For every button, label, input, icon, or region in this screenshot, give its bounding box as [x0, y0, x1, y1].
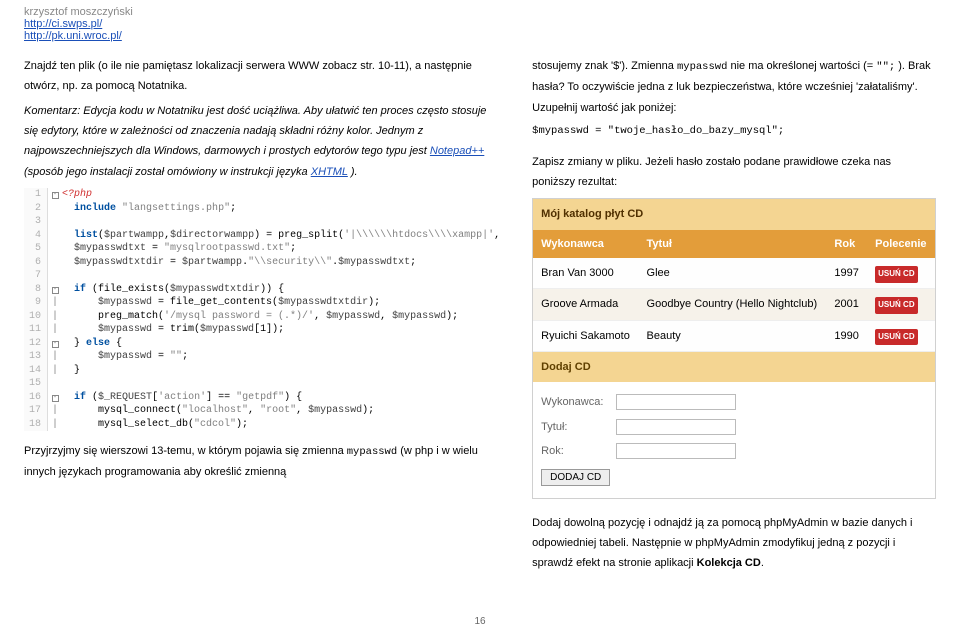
var-mypasswd: mypasswd — [347, 446, 397, 458]
page-header: krzysztof moszczyński http://ci.swps.pl/… — [24, 6, 936, 42]
add-cd-form: Wykonawca: Tytuł: Rok: DODAJ CD — [533, 382, 935, 497]
para-savefile: Zapisz zmiany w pliku. Jeżeli hasło zost… — [532, 152, 936, 193]
label-tytul: Tytuł: — [541, 417, 613, 437]
code-assign: $mypasswd = "twoje_hasło_do_bazy_mysql"; — [532, 122, 936, 141]
col-tytul: Tytuł — [639, 230, 827, 258]
komentarz-text: Komentarz: Edycja kodu w Notatniku jest … — [24, 105, 486, 178]
cd-table-header: Wykonawca Tytuł Rok Polecenie — [533, 230, 935, 258]
add-cd-button[interactable]: DODAJ CD — [541, 469, 610, 486]
delete-cd-button[interactable]: USUŃ CD — [875, 297, 917, 314]
add-cd-title: Dodaj CD — [533, 352, 935, 382]
para-komentarz: Komentarz: Edycja kodu w Notatniku jest … — [24, 101, 500, 182]
label-rok: Rok: — [541, 441, 613, 461]
content-columns: Znajdź ten plik (o ile nie pamiętasz lok… — [24, 56, 936, 578]
label-wykonawca: Wykonawca: — [541, 392, 613, 412]
input-tytul[interactable] — [616, 419, 736, 435]
input-rok[interactable] — [616, 443, 736, 459]
page-number: 16 — [0, 616, 960, 627]
delete-cd-button[interactable]: USUŃ CD — [875, 266, 917, 283]
para-addentry: Dodaj dowolną pozycję i odnajdź ją za po… — [532, 513, 936, 574]
cd-app-preview: Mój katalog płyt CD Wykonawca Tytuł Rok … — [532, 198, 936, 498]
para-dollarsign: stosujemy znak '$'). Zmienna mypasswd ni… — [532, 56, 936, 118]
link-xhtml[interactable]: XHTML — [311, 166, 348, 178]
para-line13: Przyjrzyjmy się wierszowi 13-temu, w któ… — [24, 441, 500, 483]
left-column: Znajdź ten plik (o ile nie pamiętasz lok… — [24, 56, 500, 578]
author-name: krzysztof moszczyński — [24, 6, 936, 18]
header-link-2[interactable]: http://pk.uni.wroc.pl/ — [24, 30, 122, 42]
col-rok: Rok — [826, 230, 867, 258]
app-title: Mój katalog płyt CD — [533, 199, 935, 229]
input-wykonawca[interactable] — [616, 394, 736, 410]
col-polecenie: Polecenie — [867, 230, 935, 258]
table-row: Groove Armada Goodbye Country (Hello Nig… — [533, 289, 935, 320]
php-codeblock: 1-<?php 2 include "langsettings.php"; 3 … — [24, 188, 500, 431]
right-column: stosujemy znak '$'). Zmienna mypasswd ni… — [532, 56, 936, 578]
para-findfile: Znajdź ten plik (o ile nie pamiętasz lok… — [24, 56, 500, 97]
bold-kolekcja: Kolekcja CD — [697, 557, 761, 569]
table-row: Bran Van 3000 Glee 1997 USUŃ CD — [533, 258, 935, 289]
cd-table: Wykonawca Tytuł Rok Polecenie Bran Van 3… — [533, 230, 935, 352]
table-row: Ryuichi Sakamoto Beauty 1990 USUŃ CD — [533, 320, 935, 351]
col-wykonawca: Wykonawca — [533, 230, 638, 258]
header-link-1[interactable]: http://ci.swps.pl/ — [24, 18, 102, 30]
delete-cd-button[interactable]: USUŃ CD — [875, 329, 917, 346]
link-notepadpp[interactable]: Notepad++ — [430, 145, 484, 157]
